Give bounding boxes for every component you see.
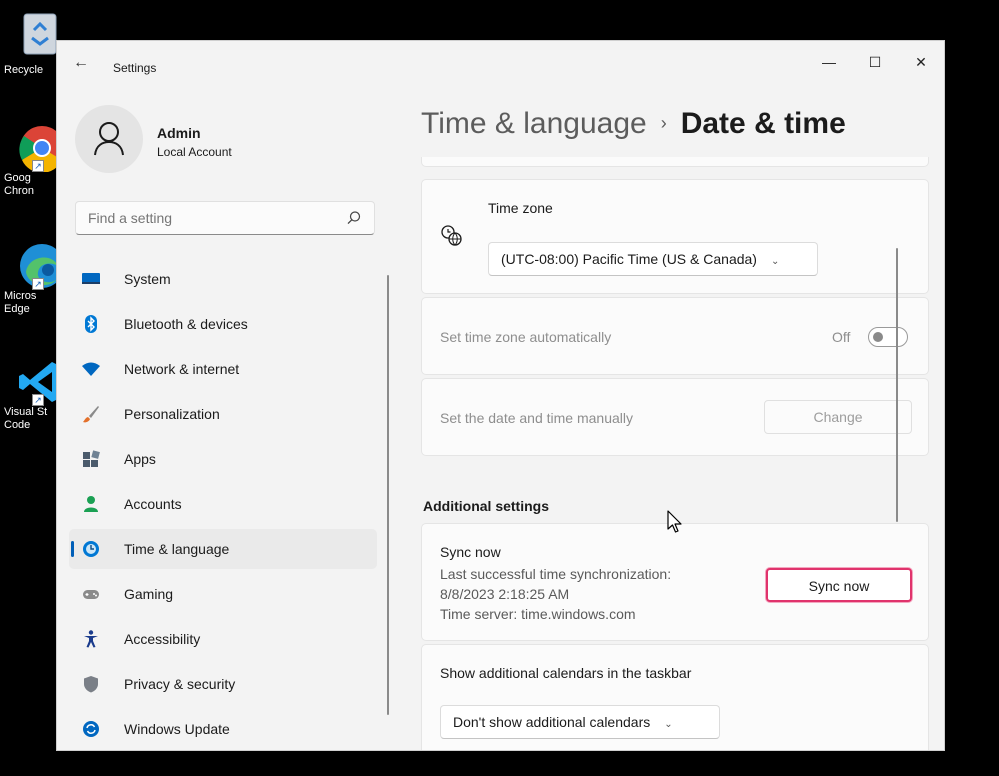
- desktop-icon-edge[interactable]: ↗ Micros Edge: [0, 242, 64, 316]
- manual-date-time-label: Set the date and time manually: [440, 410, 634, 426]
- sidebar-item-accessibility[interactable]: Accessibility: [69, 619, 377, 659]
- avatar: [75, 105, 143, 173]
- title-bar[interactable]: ← Settings — ☐ ✕: [57, 41, 944, 81]
- last-sync-time: 8/8/2023 2:18:25 AM: [440, 586, 570, 602]
- sidebar-item-label: Apps: [124, 451, 156, 467]
- minimize-button[interactable]: —: [806, 47, 852, 77]
- sidebar-item-label: Privacy & security: [124, 676, 236, 692]
- wifi-icon: [81, 359, 101, 379]
- sync-now-button[interactable]: Sync now: [766, 568, 912, 602]
- time-server: Time server: time.windows.com: [440, 606, 636, 622]
- previous-card: [421, 157, 929, 167]
- desktop-icon-label: Goog Chron: [4, 172, 34, 197]
- auto-time-zone-state: Off: [832, 329, 851, 345]
- sidebar-scrollbar[interactable]: [387, 275, 389, 715]
- desktop-icon-label: Micros Edge: [4, 290, 37, 315]
- sync-now-card: Sync now Last successful time synchroniz…: [421, 523, 929, 641]
- shortcut-arrow-icon: ↗: [32, 278, 44, 290]
- breadcrumb-separator: ›: [660, 113, 667, 133]
- sidebar-item-apps[interactable]: Apps: [69, 439, 377, 479]
- time-zone-dropdown[interactable]: (UTC-08:00) Pacific Time (US & Canada) ⌄: [488, 242, 818, 276]
- sidebar-item-accounts[interactable]: Accounts: [69, 484, 377, 524]
- change-button[interactable]: Change: [764, 400, 912, 434]
- search-box[interactable]: [75, 201, 375, 235]
- sidebar-item-time-language[interactable]: Time & language: [69, 529, 377, 569]
- auto-time-zone-toggle[interactable]: [868, 327, 908, 347]
- auto-time-zone-label: Set time zone automatically: [440, 329, 612, 345]
- additional-calendars-value: Don't show additional calendars: [453, 714, 651, 730]
- toggle-knob: [873, 332, 883, 342]
- account-type: Local Account: [157, 145, 232, 159]
- sidebar-item-label: Accounts: [124, 496, 182, 512]
- page-title: Time & language › Date & time: [421, 107, 846, 141]
- user-profile[interactable]: Admin Local Account: [75, 105, 232, 173]
- sidebar-item-label: Gaming: [124, 586, 174, 602]
- sidebar-item-network[interactable]: Network & internet: [69, 349, 377, 389]
- time-zone-value: (UTC-08:00) Pacific Time (US & Canada): [501, 251, 757, 267]
- person-avatar-icon: [94, 122, 124, 156]
- last-sync-label: Last successful time synchronization:: [440, 566, 672, 582]
- back-arrow-icon[interactable]: ←: [73, 53, 93, 73]
- clock-globe-icon: [81, 539, 101, 559]
- bluetooth-icon: [81, 314, 101, 334]
- auto-time-zone-card: Set time zone automatically Off: [421, 297, 929, 375]
- accessibility-icon: [81, 629, 101, 649]
- sidebar-item-gaming[interactable]: Gaming: [69, 574, 377, 614]
- sidebar-nav: System Bluetooth & devices Network & int…: [69, 259, 377, 750]
- sidebar-item-label: Personalization: [124, 406, 220, 422]
- person-icon: [81, 494, 101, 514]
- gamepad-icon: [81, 584, 101, 604]
- settings-window: ← Settings — ☐ ✕ Admin Local Account Sys…: [56, 40, 945, 751]
- content-scrollbar[interactable]: [896, 248, 898, 522]
- shield-icon: [81, 674, 101, 694]
- sidebar-item-label: Accessibility: [124, 631, 201, 647]
- maximize-button[interactable]: ☐: [852, 47, 898, 77]
- selection-indicator: [71, 541, 74, 557]
- sidebar-item-label: Time & language: [124, 541, 230, 557]
- brush-icon: [81, 404, 101, 424]
- shortcut-arrow-icon: ↗: [32, 160, 44, 172]
- monitor-icon: [81, 269, 101, 289]
- sync-details: Last successful time synchronization: 8/…: [440, 564, 671, 624]
- sidebar-item-label: Bluetooth & devices: [124, 316, 248, 332]
- sidebar-item-bluetooth[interactable]: Bluetooth & devices: [69, 304, 377, 344]
- sidebar-item-label: Windows Update: [124, 721, 230, 737]
- settings-content: Time zone (UTC-08:00) Pacific Time (US &…: [421, 157, 931, 750]
- update-icon: [81, 719, 101, 739]
- sidebar-item-privacy-security[interactable]: Privacy & security: [69, 664, 377, 704]
- mouse-cursor-icon: [667, 510, 682, 533]
- chevron-down-icon: ⌄: [664, 719, 673, 730]
- desktop-icon-vscode[interactable]: ↗ Visual St Code: [0, 358, 62, 432]
- additional-calendars-dropdown[interactable]: Don't show additional calendars ⌄: [440, 705, 720, 739]
- sidebar-item-personalization[interactable]: Personalization: [69, 394, 377, 434]
- breadcrumb-parent[interactable]: Time & language: [421, 107, 647, 140]
- user-name: Admin: [157, 125, 201, 141]
- time-zone-card: Time zone (UTC-08:00) Pacific Time (US &…: [421, 179, 929, 294]
- desktop-icon-chrome[interactable]: ↗ Goog Chron: [0, 124, 64, 198]
- desktop-icon-label: Visual St Code: [4, 406, 48, 431]
- breadcrumb-current: Date & time: [680, 107, 846, 140]
- close-button[interactable]: ✕: [898, 47, 944, 77]
- time-zone-label: Time zone: [488, 200, 553, 216]
- additional-calendars-card: Show additional calendars in the taskbar…: [421, 644, 929, 750]
- desktop-icon-label: Recycle: [4, 64, 44, 76]
- manual-date-time-card: Set the date and time manually Change: [421, 378, 929, 456]
- sidebar-item-windows-update[interactable]: Windows Update: [69, 709, 377, 749]
- window-title: Settings: [113, 61, 157, 75]
- sidebar-item-label: System: [124, 271, 171, 287]
- search-input[interactable]: [88, 210, 328, 226]
- sync-now-title: Sync now: [440, 544, 501, 560]
- additional-calendars-label: Show additional calendars in the taskbar: [440, 665, 692, 681]
- chevron-down-icon: ⌄: [770, 256, 780, 267]
- clock-globe-icon: [441, 225, 462, 246]
- shortcut-arrow-icon: ↗: [32, 394, 44, 406]
- apps-icon: [81, 449, 101, 469]
- sidebar-item-label: Network & internet: [124, 361, 240, 377]
- search-icon[interactable]: [346, 210, 362, 226]
- additional-settings-heading: Additional settings: [423, 498, 549, 514]
- sidebar-item-system[interactable]: System: [69, 259, 377, 299]
- desktop-icon-recycle-bin[interactable]: Recycle: [0, 8, 60, 77]
